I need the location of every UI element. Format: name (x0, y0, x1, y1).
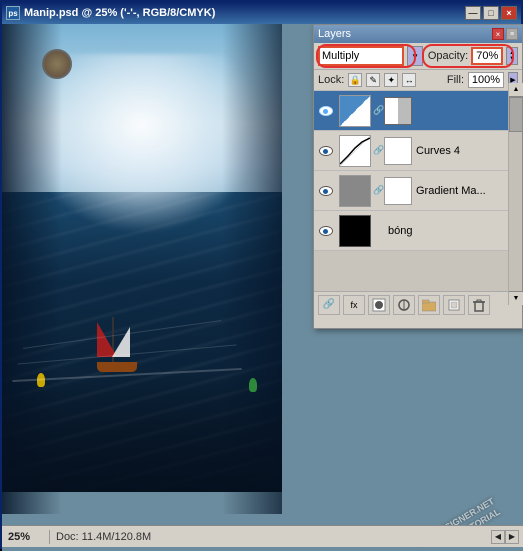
buoy-green (249, 378, 257, 392)
sail-white (112, 327, 130, 357)
photo-scene (2, 24, 282, 492)
layers-panel-title: Layers (318, 28, 351, 40)
ps-icon: ps (6, 6, 20, 20)
window-title: Manip.psd @ 25% ('-'-, RGB/8/CMYK) (24, 7, 215, 19)
layer-link-top[interactable]: 🔗 (374, 95, 384, 127)
status-bar: 25% Doc: 11.4M/120.8M ◀ ▶ (2, 525, 523, 547)
lock-move-icon[interactable]: ✦ (384, 73, 398, 87)
opacity-label: Opacity: (428, 50, 468, 62)
status-doc-info: Doc: 11.4M/120.8M (56, 531, 151, 543)
layers-list[interactable]: 🔗 🔗 (314, 91, 522, 291)
toolbar-fx-button[interactable]: fx (343, 295, 365, 315)
layer-name-gradient: Gradient Ma... (416, 185, 520, 197)
layer-link-gradient[interactable]: 🔗 (374, 175, 384, 207)
lock-label: Lock: (318, 74, 344, 86)
layer-thumb-top (339, 95, 371, 127)
boat-hull (97, 362, 137, 372)
opacity-down-arrow: ▼ (509, 56, 515, 62)
layer-row-curves4[interactable]: 🔗 Curves 4 (314, 131, 522, 171)
layer-mask-gradient (384, 177, 412, 205)
nav-right-button[interactable]: ▶ (505, 530, 519, 544)
layer-visibility-curves4[interactable] (316, 131, 336, 171)
scroll-track (509, 132, 522, 291)
layer-name-bong: bóng (388, 225, 520, 237)
layers-title-bar: Layers × ≡ (314, 25, 522, 43)
layer-thumb-curves4 (339, 135, 371, 167)
sailboat (92, 312, 142, 372)
blend-mode-select[interactable]: Multiply Normal Screen Overlay (318, 46, 404, 66)
layers-panel: Layers × ≡ Multiply Normal Screen Overla… (313, 24, 523, 329)
toolbar-link-button[interactable]: 🔗 (318, 295, 340, 315)
status-separator (49, 530, 50, 544)
layers-close-button[interactable]: × (492, 28, 504, 40)
new-layer-icon (447, 298, 461, 312)
layer-row-bong[interactable]: bóng (314, 211, 522, 251)
opacity-input[interactable] (471, 47, 503, 65)
minimize-button[interactable]: — (465, 6, 481, 20)
blend-opacity-row: Multiply Normal Screen Overlay ▼ Opacity… (314, 43, 522, 70)
layer-name-curves4: Curves 4 (416, 145, 520, 157)
layers-title-controls: × ≡ (492, 28, 518, 40)
layer-thumb-bong (339, 215, 371, 247)
layer-row-gradient[interactable]: 🔗 Gradient Ma... (314, 171, 522, 211)
layers-toolbar: 🔗 fx (314, 291, 522, 317)
toolbar-delete-button[interactable] (468, 295, 490, 315)
title-bar-buttons: — □ × (465, 6, 517, 20)
layer-link-curves4[interactable]: 🔗 (374, 135, 384, 167)
eye-icon-top (319, 106, 333, 116)
lock-edit-icon[interactable]: ✎ (366, 73, 380, 87)
scroll-thumb[interactable] (509, 97, 523, 132)
layer-visibility-top[interactable] (316, 91, 336, 131)
title-bar-left: ps Manip.psd @ 25% ('-'-, RGB/8/CMYK) (6, 6, 215, 20)
vignette-bottom (2, 372, 282, 492)
mask-icon (372, 298, 386, 312)
adjust-icon (397, 298, 411, 312)
curves-thumb-svg (340, 136, 370, 166)
scroll-down-button[interactable]: ▼ (509, 291, 523, 305)
eye-icon-gradient (319, 186, 333, 196)
title-bar: ps Manip.psd @ 25% ('-'-, RGB/8/CMYK) — … (2, 2, 521, 24)
fill-label: Fill: (447, 74, 464, 86)
layer-mask-top (384, 97, 412, 125)
folder-icon (422, 298, 436, 312)
layer-visibility-gradient[interactable] (316, 171, 336, 211)
layer-visibility-bong[interactable] (316, 211, 336, 251)
toolbar-group-button[interactable] (418, 295, 440, 315)
eye-icon-curves4 (319, 146, 333, 156)
fill-input[interactable] (468, 72, 504, 88)
layer-thumb-gradient (339, 175, 371, 207)
scroll-up-button[interactable]: ▲ (509, 83, 523, 97)
layers-menu-button[interactable]: ≡ (506, 28, 518, 40)
status-zoom: 25% (8, 531, 43, 543)
close-button[interactable]: × (501, 6, 517, 20)
layers-scrollbar: ▲ ▼ (508, 83, 522, 305)
toolbar-adjust-button[interactable] (393, 295, 415, 315)
nav-left-button[interactable]: ◀ (491, 530, 505, 544)
clock-object (42, 49, 72, 79)
layer-row-top[interactable]: 🔗 (314, 91, 522, 131)
blend-dropdown-arrow[interactable]: ▼ (407, 46, 423, 66)
eye-icon-bong (319, 226, 333, 236)
toolbar-mask-button[interactable] (368, 295, 390, 315)
opacity-arrows[interactable]: ▲ ▼ (506, 47, 518, 65)
delete-icon (472, 298, 486, 312)
main-window: ps Manip.psd @ 25% ('-'-, RGB/8/CMYK) — … (0, 0, 523, 549)
canvas-area: VIETDESIGNER.NET TUTORIAL Layers × ≡ Mul… (2, 24, 523, 551)
layer-mask-curves4 (384, 137, 412, 165)
toolbar-new-layer-button[interactable] (443, 295, 465, 315)
lock-all-icon[interactable]: ↔ (402, 73, 416, 87)
lock-lock-icon[interactable]: 🔒 (348, 73, 362, 87)
status-nav: ◀ ▶ (491, 530, 519, 544)
lock-row: Lock: 🔒 ✎ ✦ ↔ Fill: ▶ (314, 70, 522, 91)
maximize-button[interactable]: □ (483, 6, 499, 20)
